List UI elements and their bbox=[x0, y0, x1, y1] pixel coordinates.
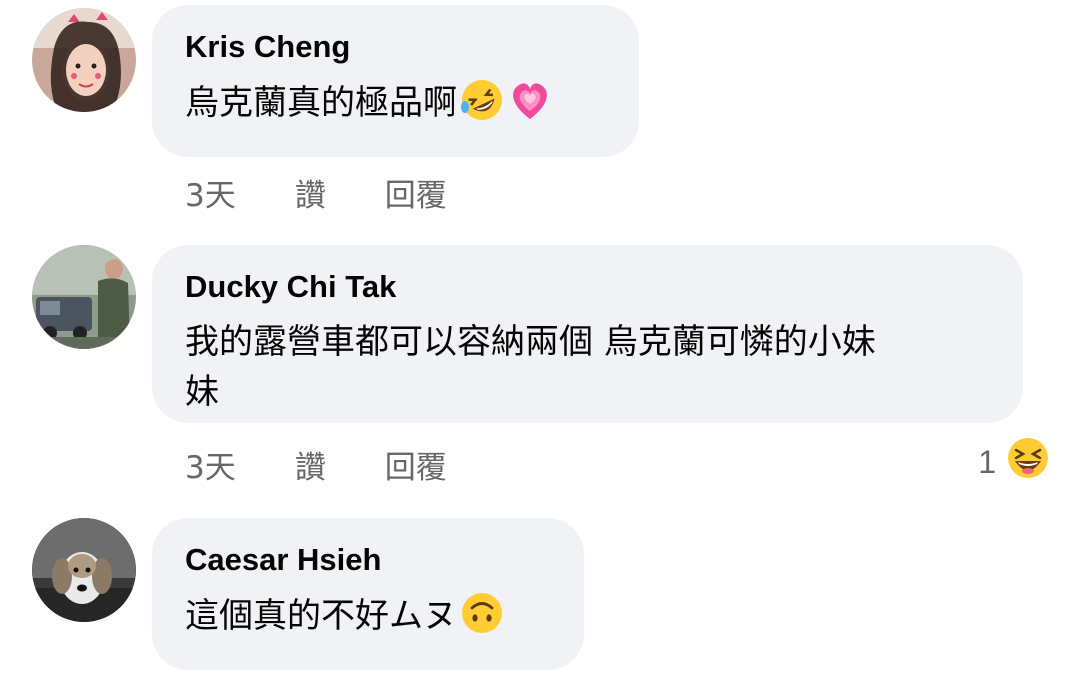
reaction-count: 1 bbox=[978, 443, 996, 480]
grinning-squinting-face-icon bbox=[1006, 436, 1050, 488]
avatar[interactable] bbox=[32, 245, 136, 349]
like-button[interactable]: 讚 bbox=[295, 442, 375, 487]
comment-timestamp[interactable]: 3天 bbox=[185, 442, 285, 487]
like-button[interactable]: 讚 bbox=[295, 170, 375, 215]
comment-text: 這個真的不好ムヌ bbox=[185, 590, 550, 641]
comment-text-line: 妹 bbox=[185, 372, 219, 412]
comment-author[interactable]: Ducky Chi Tak bbox=[185, 267, 989, 307]
comment-bubble: Ducky Chi Tak 我的露營車都可以容納兩個 烏克蘭可憐的小妹 妹 bbox=[152, 245, 1023, 423]
comment-text-body: 這個真的不好ムヌ bbox=[185, 596, 457, 636]
avatar[interactable] bbox=[32, 8, 136, 112]
avatar[interactable] bbox=[32, 518, 136, 622]
comment-text-line: 我的露營車都可以容納兩個 烏克蘭可憐的小妹 bbox=[185, 322, 876, 362]
comment-bubble: Kris Cheng 烏克蘭真的極品啊 bbox=[152, 5, 639, 157]
reaction-summary[interactable]: 1 bbox=[978, 436, 1050, 488]
comment-actions: 3天 讚 回覆 bbox=[185, 170, 447, 215]
comment-text: 我的露營車都可以容納兩個 烏克蘭可憐的小妹 妹 bbox=[185, 317, 989, 417]
reply-button[interactable]: 回覆 bbox=[385, 442, 447, 487]
upside-down-face-icon bbox=[459, 590, 505, 636]
comment-text-body: 烏克蘭真的極品啊 bbox=[185, 83, 457, 123]
rolling-on-floor-laughing-icon bbox=[459, 77, 505, 123]
reply-button[interactable]: 回覆 bbox=[385, 170, 447, 215]
comment-actions: 3天 讚 回覆 bbox=[185, 442, 447, 487]
comment-timestamp[interactable]: 3天 bbox=[185, 170, 285, 215]
comment-text: 烏克蘭真的極品啊 bbox=[185, 77, 605, 128]
comment-author[interactable]: Kris Cheng bbox=[185, 27, 605, 67]
growing-heart-icon bbox=[507, 77, 553, 123]
comment-bubble: Caesar Hsieh 這個真的不好ムヌ bbox=[152, 518, 584, 670]
comment-author[interactable]: Caesar Hsieh bbox=[185, 540, 550, 580]
